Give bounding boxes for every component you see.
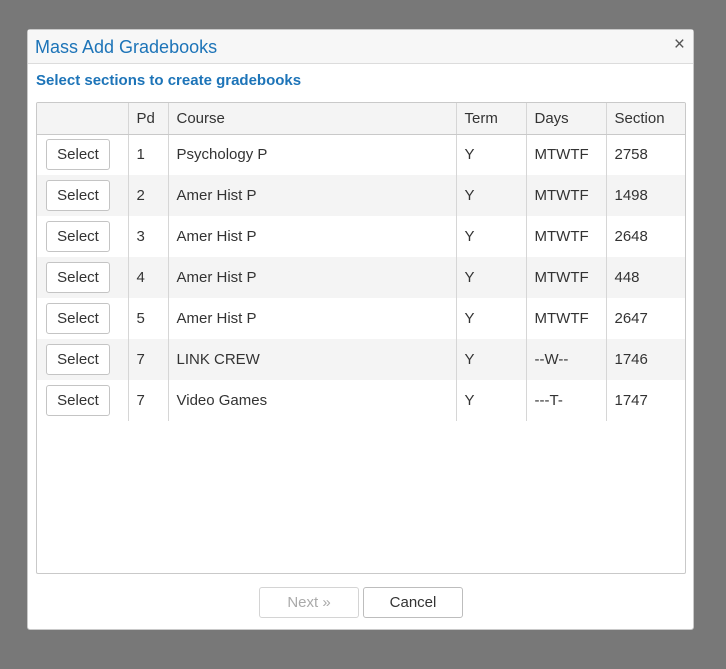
days-cell: MTWTF xyxy=(526,175,607,216)
col-header-pd[interactable]: Pd xyxy=(128,103,169,135)
dialog-title: Mass Add Gradebooks xyxy=(35,37,218,57)
section-cell: 1747 xyxy=(614,392,648,409)
section-cell: 2648 xyxy=(614,228,648,245)
table-row: Select 3 Amer Hist P Y MTWTF 2648 xyxy=(37,216,685,257)
dialog-subtitle: Select sections to create gradebooks xyxy=(36,72,302,89)
table-row: Select 5 Amer Hist P Y MTWTF 2647 xyxy=(37,298,685,339)
section-cell: 1746 xyxy=(606,339,685,380)
pd-cell: 4 xyxy=(128,257,169,298)
select-cell: Select xyxy=(37,298,129,339)
course-cell: Psychology P xyxy=(168,134,457,175)
select-cell: Select xyxy=(37,216,129,257)
table-header-row: Pd Course Term Days Section xyxy=(37,103,685,135)
term-cell: Y xyxy=(456,380,527,421)
cancel-button[interactable]: Cancel xyxy=(363,587,463,618)
term-cell: Y xyxy=(456,298,527,339)
section-cell: 1498 xyxy=(606,175,685,216)
select-cell: Select xyxy=(37,134,129,175)
select-button[interactable]: Select xyxy=(46,180,110,211)
col-header-course[interactable]: Course xyxy=(168,103,457,135)
course-cell: Amer Hist P xyxy=(168,298,457,339)
term-cell: Y xyxy=(456,175,527,216)
select-cell: Select xyxy=(37,339,129,380)
course-cell: Amer Hist P xyxy=(168,175,457,216)
pd-cell: 2 xyxy=(128,175,169,216)
mass-add-gradebooks-dialog: Mass Add Gradebooks × Select sections to… xyxy=(27,29,694,630)
pd-cell: 3 xyxy=(128,216,169,257)
pd-cell: 7 xyxy=(128,380,169,421)
select-button[interactable]: Select xyxy=(46,344,110,375)
col-header-term[interactable]: Term xyxy=(456,103,527,135)
col-header-section[interactable]: Section xyxy=(606,103,685,135)
dialog-titlebar: Mass Add Gradebooks × xyxy=(28,30,693,64)
section-cell: 2758 xyxy=(614,146,648,164)
select-cell: Select xyxy=(37,175,129,216)
course-cell: Video Games xyxy=(168,380,457,421)
close-icon[interactable]: × xyxy=(674,35,685,55)
days-cell: MTWTF xyxy=(526,298,607,339)
next-button[interactable]: Next » xyxy=(259,587,359,618)
days-cell: MTWTF xyxy=(526,257,607,298)
table-row: Select 1 Psychology P Y MTWTF 2758 xyxy=(37,134,685,175)
course-cell: Amer Hist P xyxy=(168,257,457,298)
section-cell: 448 xyxy=(606,257,685,298)
table-row: Select 7 LINK CREW Y --W-- 1746 xyxy=(37,339,685,380)
col-header-days[interactable]: Days xyxy=(526,103,607,135)
sections-table: Pd Course Term Days Section Select 1 Psych… xyxy=(37,103,685,421)
term-cell: Y xyxy=(456,339,527,380)
sections-table-container[interactable]: Pd Course Term Days Section Select 1 Psych… xyxy=(36,102,686,574)
course-cell: Amer Hist P xyxy=(168,216,457,257)
term-cell: Y xyxy=(456,257,527,298)
term-cell: Y xyxy=(456,216,527,257)
select-button[interactable]: Select xyxy=(46,221,110,252)
select-button[interactable]: Select xyxy=(46,303,110,334)
table-row: Select 7 Video Games Y ---T- 1747 xyxy=(37,380,685,421)
days-cell: MTWTF xyxy=(526,134,607,175)
table-row: Select 2 Amer Hist P Y MTWTF 1498 xyxy=(37,175,685,216)
section-cell: 2647 xyxy=(614,310,648,327)
select-cell: Select xyxy=(37,380,129,421)
pd-cell: 1 xyxy=(128,134,169,175)
select-button[interactable]: Select xyxy=(46,139,110,171)
days-cell: ---T- xyxy=(526,380,607,421)
select-button[interactable]: Select xyxy=(46,385,110,416)
select-button[interactable]: Select xyxy=(46,262,110,293)
pd-cell: 7 xyxy=(128,339,169,380)
course-cell: LINK CREW xyxy=(168,339,457,380)
col-header-action xyxy=(37,103,129,135)
pd-cell: 5 xyxy=(128,298,169,339)
table-row: Select 4 Amer Hist P Y MTWTF 448 xyxy=(37,257,685,298)
select-cell: Select xyxy=(37,257,129,298)
days-cell: MTWTF xyxy=(526,216,607,257)
days-cell: --W-- xyxy=(526,339,607,380)
term-cell: Y xyxy=(456,134,527,175)
